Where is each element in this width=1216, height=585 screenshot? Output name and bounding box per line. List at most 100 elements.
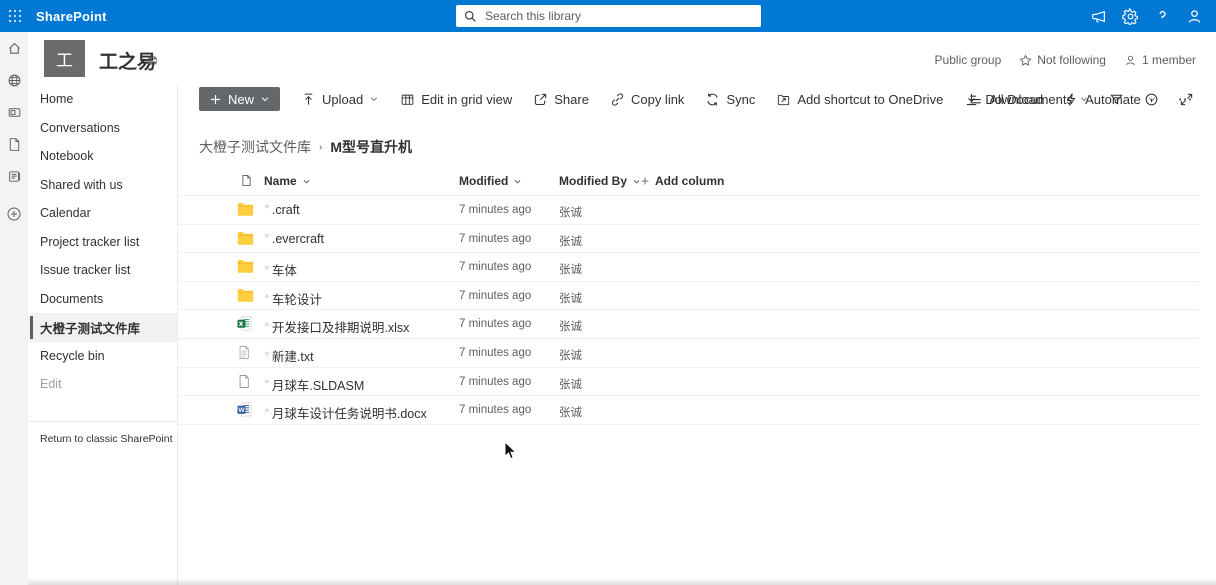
link-icon	[611, 92, 623, 106]
gear-icon[interactable]	[1114, 0, 1146, 32]
expand-button[interactable]	[1171, 87, 1202, 111]
add-shortcut-icon	[778, 94, 790, 105]
table-header: Name Modified Modified By Add column	[178, 168, 1199, 195]
filter-icon	[1110, 94, 1123, 105]
sync-icon	[707, 93, 719, 105]
site-classification-icon	[147, 53, 158, 71]
search-box[interactable]	[456, 5, 761, 27]
chevron-down-icon	[303, 179, 310, 184]
help-icon[interactable]	[1146, 0, 1178, 32]
edit-grid-view-button[interactable]: Edit in grid view	[400, 87, 512, 111]
sidebar-item-9[interactable]: Recycle bin	[28, 342, 177, 371]
news-icon[interactable]	[0, 160, 28, 192]
breadcrumb: 大橙子测试文件库 › M型号直升机	[199, 137, 412, 157]
share-icon	[535, 93, 547, 105]
members-button[interactable]: 1 member	[1124, 53, 1196, 67]
sidebar-item-1[interactable]: Conversations	[28, 114, 177, 143]
suite-bar: SharePoint	[0, 0, 1216, 32]
folder-icon	[237, 202, 254, 222]
person-icon	[1126, 55, 1135, 65]
sidebar-item-3[interactable]: Shared with us	[28, 171, 177, 200]
share-button[interactable]: Share	[533, 87, 589, 111]
sidebar-item-10[interactable]: Edit	[28, 370, 177, 399]
file-row-1[interactable]: ✧ .evercraft 7 minutes ago 张诚	[178, 223, 1199, 253]
plus-icon	[641, 177, 649, 185]
svg-text:W: W	[238, 407, 245, 414]
grid-icon	[401, 94, 414, 105]
breadcrumb-separator: ›	[319, 141, 323, 153]
new-item-sparkle-icon: ✧	[264, 408, 270, 415]
sidebar-item-2[interactable]: Notebook	[28, 142, 177, 171]
add-shortcut-button[interactable]: Add shortcut to OneDrive	[776, 87, 943, 111]
view-list-icon	[970, 95, 981, 103]
sidebar-item-8[interactable]: 大橙子测试文件库	[28, 313, 177, 342]
file-row-5[interactable]: ✧ 新建.txt 7 minutes ago 张诚	[178, 337, 1199, 367]
return-classic-link[interactable]: Return to classic SharePoint	[28, 421, 178, 445]
plus-icon	[211, 94, 220, 104]
globe-icon[interactable]	[0, 64, 28, 96]
site-nav: Home Conversations Notebook Shared with …	[28, 85, 178, 585]
card-icon[interactable]	[0, 96, 28, 128]
add-column-button[interactable]: Add column	[640, 174, 724, 188]
app-launcher-icon[interactable]	[0, 0, 30, 32]
app-title[interactable]: SharePoint	[36, 9, 107, 24]
file-row-6[interactable]: ✧ 月球车.SLDASM 7 minutes ago 张诚	[178, 366, 1199, 396]
sync-button[interactable]: Sync	[705, 87, 755, 111]
docx-icon: W	[237, 402, 252, 422]
modified-column-header[interactable]: Modified	[459, 174, 522, 188]
chevron-down-icon	[371, 97, 378, 102]
sidebar-item-6[interactable]: Issue tracker list	[28, 256, 177, 285]
name-column-header[interactable]: Name	[264, 174, 311, 188]
copy-link-button[interactable]: Copy link	[610, 87, 684, 111]
new-item-sparkle-icon: ✧	[264, 293, 270, 301]
breadcrumb-parent-link[interactable]: 大橙子测试文件库	[199, 137, 311, 157]
add-circle-icon[interactable]	[0, 198, 28, 230]
sidebar-item-0[interactable]: Home	[28, 85, 177, 114]
bottom-shadow	[28, 578, 1216, 585]
folder-icon	[237, 288, 254, 308]
chevron-down-icon	[514, 179, 521, 184]
file-row-2[interactable]: ✧ 车体 7 minutes ago 张诚	[178, 252, 1199, 281]
site-logo[interactable]: 工	[44, 40, 85, 77]
file-row-0[interactable]: ✧ .craft 7 minutes ago 张诚	[178, 195, 1199, 224]
new-button[interactable]: New	[199, 87, 281, 111]
document-icon	[242, 175, 251, 186]
upload-button[interactable]: Upload	[301, 87, 379, 111]
view-selector-button[interactable]: All Documents	[960, 87, 1097, 111]
filter-button[interactable]	[1101, 87, 1132, 111]
chevron-down-icon	[1080, 97, 1088, 102]
new-item-sparkle-icon: ✧	[264, 350, 270, 358]
site-header: 工 工之易 Public group Not following 1 membe…	[28, 32, 1216, 85]
info-button[interactable]	[1136, 87, 1167, 111]
sidebar-item-4[interactable]: Calendar	[28, 199, 177, 228]
file-list: Name Modified Modified By Add column ✧ .c…	[178, 168, 1199, 425]
search-input[interactable]	[485, 9, 753, 23]
breadcrumb-current: M型号直升机	[330, 139, 413, 155]
info-icon	[1145, 93, 1158, 105]
follow-button[interactable]: Not following	[1019, 53, 1106, 67]
file-row-4[interactable]: ✧ 开发接口及排期说明.xlsx 7 minutes ago 张诚	[178, 309, 1199, 338]
privacy-label: Public group	[934, 53, 1002, 67]
expand-diagonal-icon	[1180, 93, 1193, 105]
account-icon[interactable]	[1178, 0, 1210, 32]
xlsx-icon	[237, 316, 252, 336]
folder-icon	[237, 231, 254, 251]
file-type-column-header[interactable]	[240, 174, 253, 187]
folder-icon	[237, 259, 254, 279]
txt-icon	[237, 345, 251, 365]
app-rail	[0, 32, 28, 585]
page-icon[interactable]	[0, 128, 28, 160]
new-item-sparkle-icon: ✧	[264, 322, 270, 330]
sidebar-item-7[interactable]: Documents	[28, 285, 177, 314]
new-item-sparkle-icon: ✧	[264, 379, 270, 387]
sidebar-item-5[interactable]: Project tracker list	[28, 228, 177, 257]
file-row-7[interactable]: W ✧ 月球车设计任务说明书.docx 7 minutes ago 张诚	[178, 395, 1199, 424]
mouse-cursor	[504, 441, 518, 460]
upload-icon	[304, 93, 313, 105]
file-row-3[interactable]: ✧ 车轮设计 7 minutes ago 张诚	[178, 280, 1199, 310]
new-item-sparkle-icon: ✧	[264, 232, 270, 240]
modified-by-column-header[interactable]: Modified By	[559, 174, 641, 188]
megaphone-icon[interactable]	[1082, 0, 1114, 32]
new-item-sparkle-icon: ✧	[264, 265, 270, 273]
home-icon[interactable]	[0, 32, 28, 64]
